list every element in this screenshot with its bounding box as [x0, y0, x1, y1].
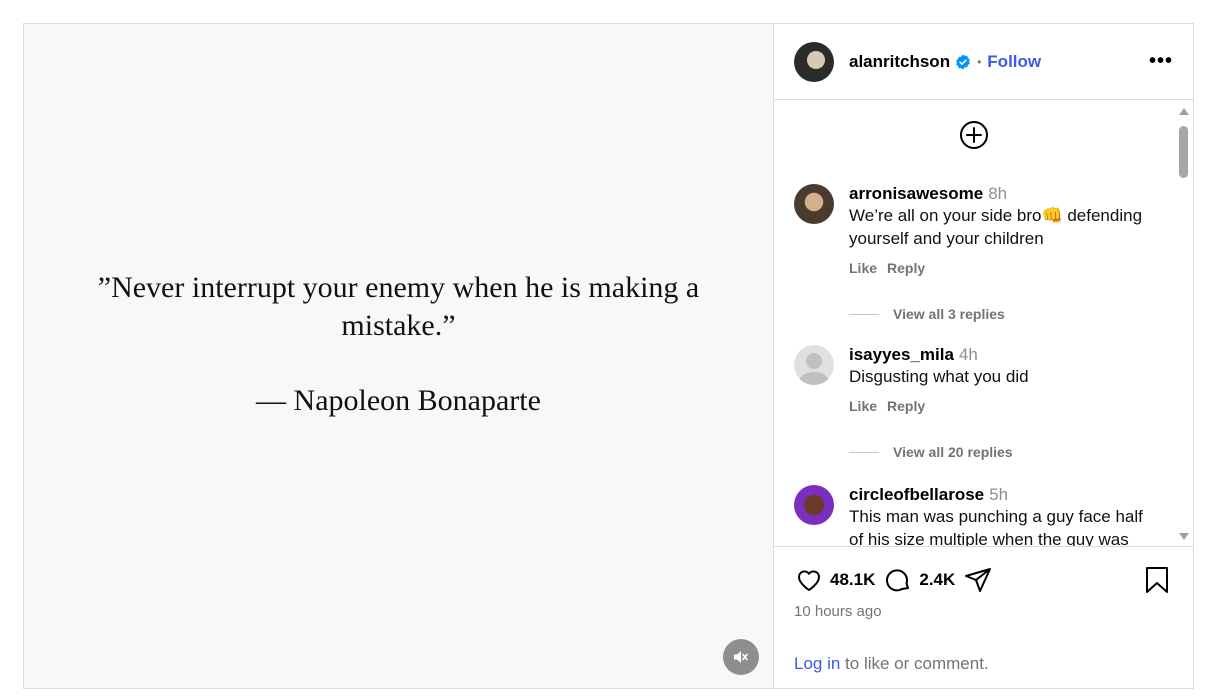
avatar[interactable] — [794, 41, 834, 82]
comment-item: isayyes_mila 4h Disgusting what you did L… — [794, 345, 1154, 414]
login-prompt-text: to like or comment. — [840, 654, 989, 673]
verified-badge-icon — [956, 54, 970, 69]
comment-username[interactable]: arronisawesome — [849, 184, 983, 203]
separator-dot: • — [977, 54, 982, 69]
view-replies-button[interactable]: View all 20 replies — [849, 444, 1013, 460]
reply-divider — [849, 313, 879, 315]
comment-item: arronisawesome 8h We’re all on your side … — [794, 184, 1154, 276]
scroll-down-arrow-icon[interactable] — [1179, 533, 1189, 540]
share-icon[interactable] — [963, 565, 993, 595]
post-header: alanritchson • Follow ••• — [774, 24, 1193, 100]
view-replies-button[interactable]: View all 3 replies — [849, 306, 1005, 322]
heart-icon[interactable] — [794, 565, 824, 595]
comment-icon[interactable] — [883, 565, 913, 595]
login-link[interactable]: Log in — [794, 654, 840, 673]
quote-author: — Napoleon Bonaparte — [256, 384, 541, 417]
scrollbar-thumb[interactable] — [1179, 126, 1188, 178]
reply-button[interactable]: Reply — [887, 260, 925, 276]
login-prompt: Log in to like or comment. — [794, 654, 989, 674]
post-sidebar: alanritchson • Follow ••• arronisawesome… — [774, 24, 1193, 688]
comment-text: This man was punching a guy face half of… — [849, 507, 1143, 546]
comment-text: Disgusting what you did — [849, 367, 1029, 386]
post-media[interactable]: ”Never interrupt your enemy when he is m… — [24, 24, 774, 688]
post-dialog: ”Never interrupt your enemy when he is m… — [23, 23, 1194, 689]
like-comment-button[interactable]: Like — [849, 260, 877, 276]
comment-item: circleofbellarose 5h This man was punchin… — [794, 485, 1154, 546]
mute-button[interactable] — [723, 639, 759, 675]
comment-time: 5h — [989, 485, 1009, 504]
bookmark-icon[interactable] — [1143, 565, 1171, 595]
comment-text: We’re all on your side bro👊 defending yo… — [849, 206, 1143, 248]
more-options-icon[interactable]: ••• — [1149, 50, 1173, 73]
view-replies-label[interactable]: View all 20 replies — [893, 444, 1013, 460]
action-bar: 48.1K 2.4K — [794, 565, 993, 595]
scroll-up-arrow-icon[interactable] — [1179, 108, 1189, 115]
comment-time: 8h — [988, 184, 1008, 203]
reply-button[interactable]: Reply — [887, 398, 925, 414]
post-timestamp: 10 hours ago — [794, 603, 882, 620]
view-replies-label[interactable]: View all 3 replies — [893, 306, 1005, 322]
reply-divider — [849, 451, 879, 453]
add-circle-icon[interactable] — [959, 120, 989, 150]
author-username[interactable]: alanritchson — [849, 52, 950, 72]
comment-avatar[interactable] — [794, 184, 834, 224]
likes-count[interactable]: 48.1K — [830, 570, 875, 590]
comment-time: 4h — [958, 345, 978, 364]
follow-button[interactable]: Follow — [987, 52, 1041, 72]
like-comment-button[interactable]: Like — [849, 398, 877, 414]
post-footer: 48.1K 2.4K 10 hours ago Log in to like o… — [774, 546, 1193, 688]
comments-list[interactable]: arronisawesome 8h We’re all on your side … — [774, 100, 1193, 546]
comment-username[interactable]: circleofbellarose — [849, 485, 984, 504]
comments-count[interactable]: 2.4K — [919, 570, 955, 590]
comment-avatar[interactable] — [794, 345, 834, 385]
comment-username[interactable]: isayyes_mila — [849, 345, 954, 364]
speaker-muted-icon — [734, 651, 748, 663]
comment-avatar[interactable] — [794, 485, 834, 525]
quote-text: ”Never interrupt your enemy when he is m… — [97, 271, 700, 342]
scrollbar[interactable] — [1177, 104, 1189, 544]
